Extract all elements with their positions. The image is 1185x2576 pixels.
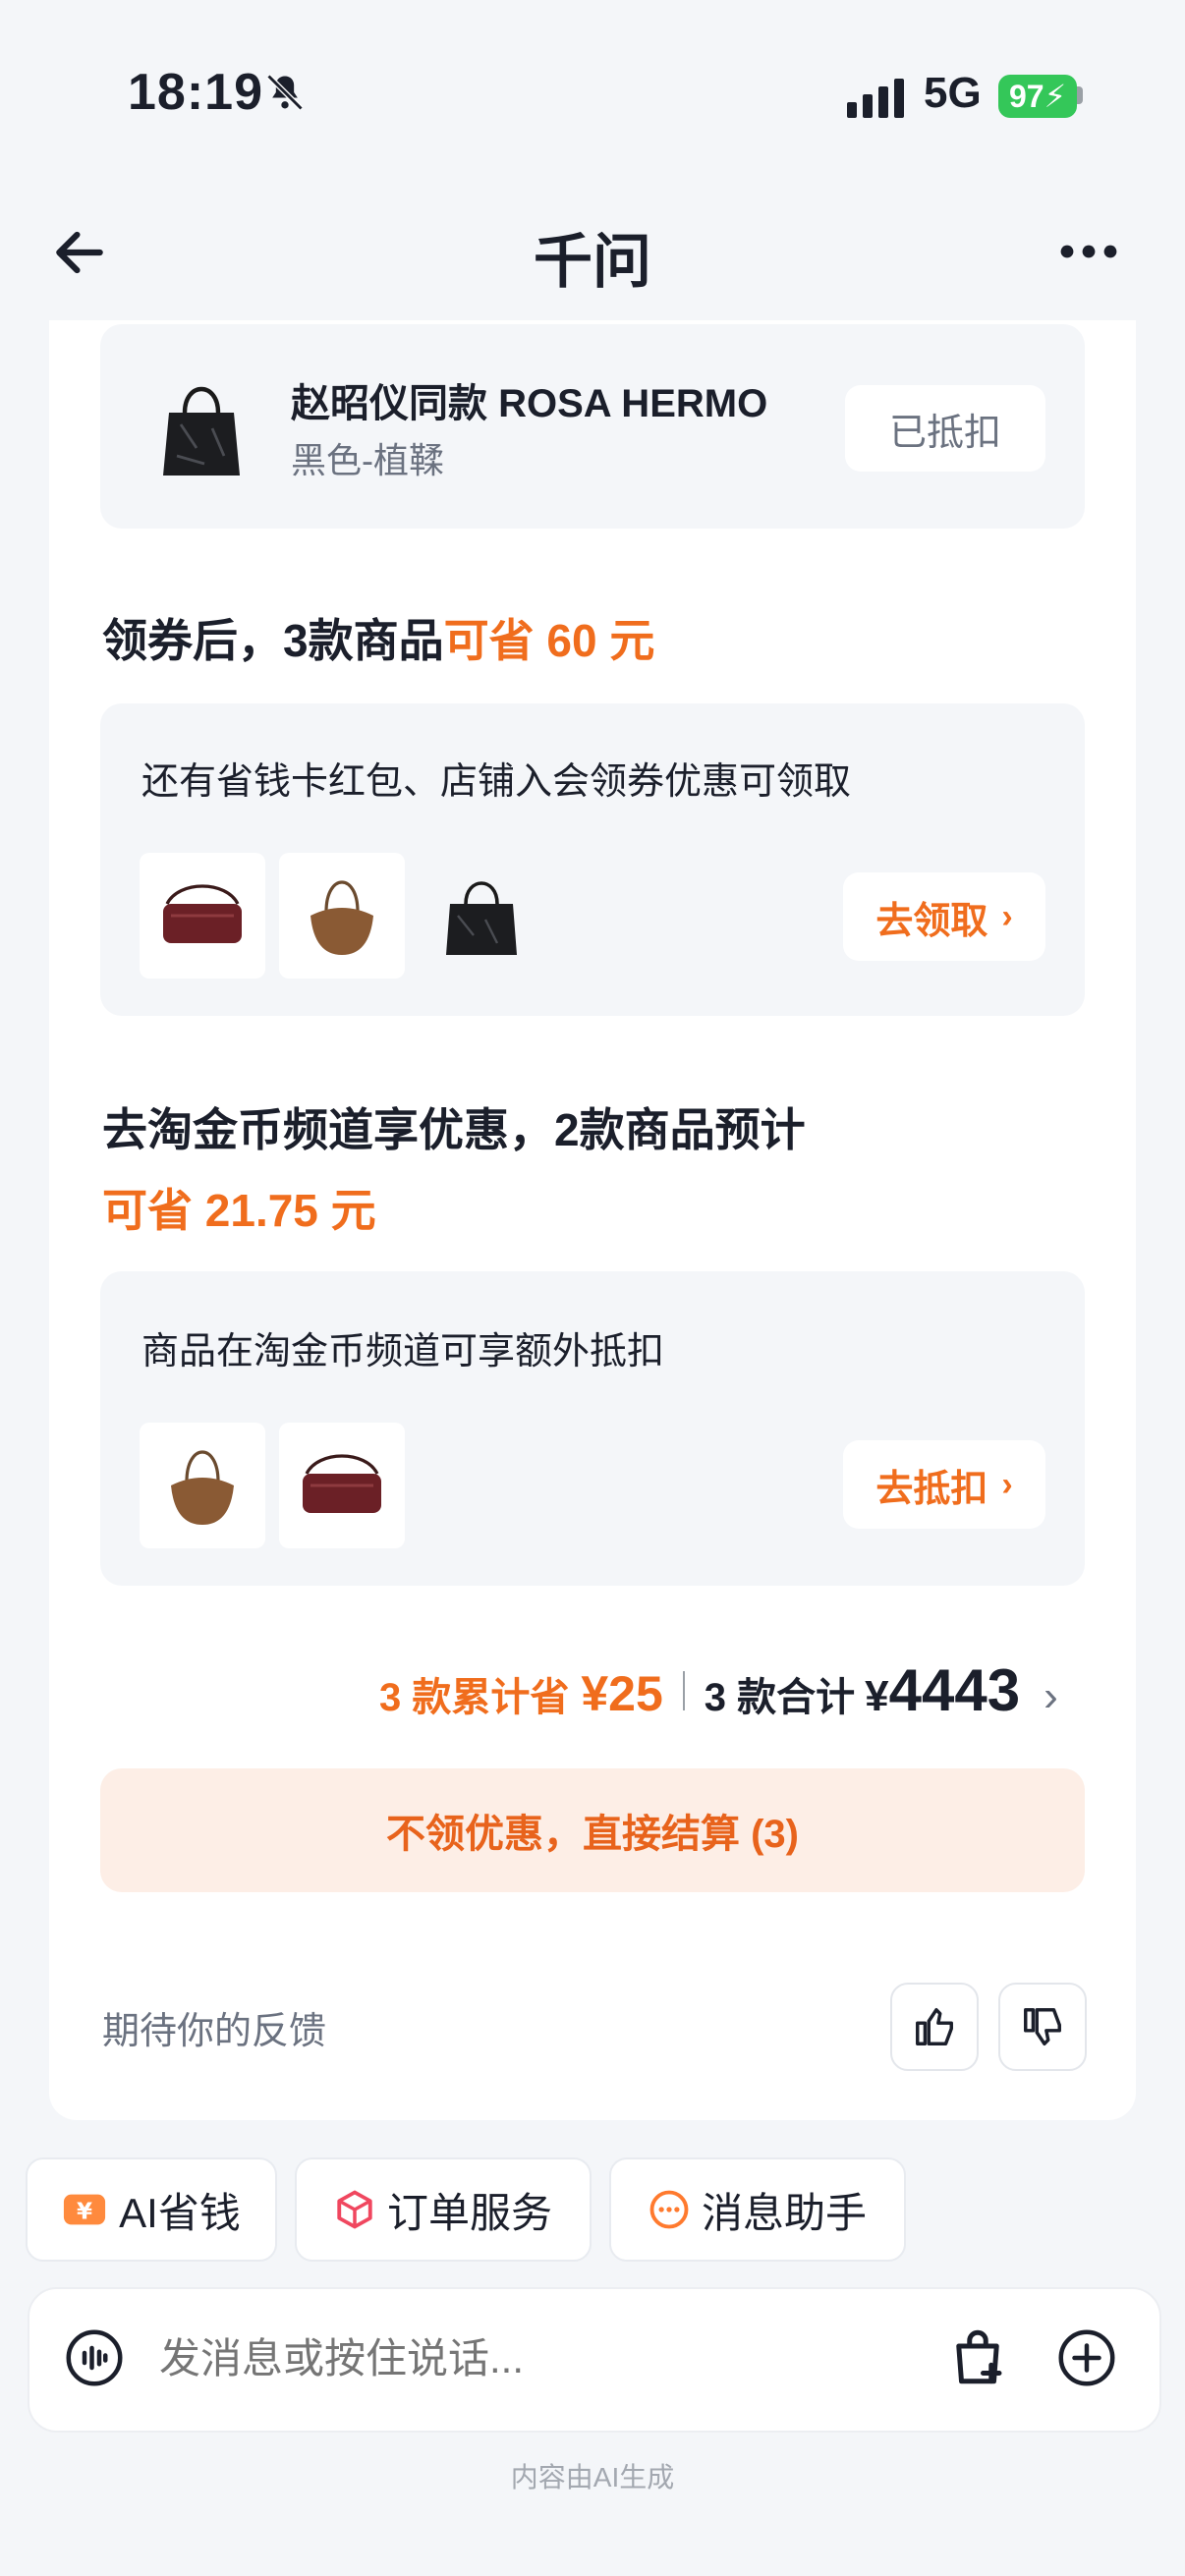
shopping-bag-add-icon[interactable] (945, 2324, 1010, 2389)
thumbs-up-button[interactable] (890, 1983, 979, 2071)
product-name: 赵昭仪同款 ROSA HERMO (291, 382, 768, 425)
chip-order-service[interactable]: 订单服务 (295, 2157, 592, 2262)
total-label: 3 款合计 (704, 1676, 856, 1719)
voice-mode-icon[interactable] (65, 2328, 124, 2387)
more-options-icon[interactable] (1057, 222, 1120, 281)
coupon-heading: 领券后，3款商品可省 60 元 (102, 605, 654, 670)
deducted-button[interactable]: 已抵扣 (845, 385, 1045, 472)
bell-muted-icon (266, 74, 304, 111)
total-value: 4443 (888, 1657, 1021, 1723)
chip-message-assistant[interactable]: 消息助手 (609, 2157, 906, 2262)
chevron-right-icon: › (1044, 1672, 1058, 1720)
thumbs-down-button[interactable] (998, 1983, 1087, 2071)
coupon-desc: 还有省钱卡红包、店铺入会领券优惠可领取 (141, 761, 852, 803)
package-box-icon (337, 2190, 372, 2229)
thumbs-down-icon (1024, 2008, 1061, 2045)
chip-label: 消息助手 (701, 2189, 867, 2236)
black-tote-bag-image (446, 881, 517, 955)
chip-label: AI省钱 (119, 2189, 241, 2236)
deduct-coins-button[interactable]: 去抵扣 › (843, 1440, 1045, 1529)
deduct-coins-label: 去抵扣 (875, 1468, 988, 1510)
battery-level: 97 (1008, 78, 1044, 114)
claim-coupon-button[interactable]: 去领取 › (843, 872, 1045, 961)
signal-icon (847, 79, 904, 118)
direct-checkout-button[interactable]: 不领优惠，直接结算 (3) (100, 1768, 1085, 1892)
status-time: 18:19 (128, 64, 263, 121)
ai-disclaimer: 内容由AI生成 (510, 2462, 675, 2492)
page-title: 千问 (534, 229, 651, 295)
coupon-heading-prefix: 领券后，3款商品 (102, 615, 444, 666)
chevron-right-icon: › (1001, 897, 1013, 935)
saved-value: ¥25 (581, 1666, 663, 1721)
thumbs-up-icon (916, 2008, 953, 2045)
summary-divider (682, 1671, 685, 1710)
chip-ai-save-money[interactable]: ¥ AI省钱 (26, 2157, 277, 2262)
message-input[interactable] (157, 2324, 908, 2393)
order-summary[interactable]: 3 款累计省 ¥25 3 款合计 ¥ 4443 › (379, 1656, 1058, 1723)
product-variant: 黑色-植鞣 (291, 440, 444, 480)
maroon-bag-image (303, 1454, 381, 1513)
total-currency: ¥ (865, 1672, 889, 1720)
svg-text:¥: ¥ (77, 2200, 92, 2225)
coupon-saving: 可省 60 元 (443, 615, 655, 666)
charging-icon: ⚡ (1044, 79, 1067, 114)
product-thumb-black-tote-bag[interactable] (419, 853, 544, 979)
yen-ticket-icon: ¥ (64, 2194, 106, 2225)
feedback-prompt: 期待你的反馈 (102, 2011, 327, 2052)
product-thumb-maroon-bag[interactable] (279, 1423, 405, 1548)
brown-hobo-bag-image (310, 880, 373, 955)
brown-hobo-bag-image (171, 1450, 234, 1525)
product-thumb-brown-hobo-bag[interactable] (140, 1423, 265, 1548)
coins-heading: 去淘金币频道享优惠，2款商品预计 (102, 1104, 806, 1155)
black-tote-bag-image (163, 386, 240, 476)
maroon-bag-image (163, 884, 242, 943)
claim-coupon-label: 去领取 (875, 900, 988, 942)
battery-indicator: 97 ⚡ (998, 75, 1077, 118)
chevron-right-icon: › (1001, 1465, 1013, 1503)
add-circle-icon[interactable] (1057, 2328, 1116, 2387)
coins-desc: 商品在淘金币频道可享额外抵扣 (141, 1331, 665, 1372)
chip-label: 订单服务 (386, 2189, 552, 2236)
chat-bubble-icon (649, 2190, 689, 2229)
product-thumb-maroon-bag[interactable] (140, 853, 265, 979)
product-thumb-brown-hobo-bag[interactable] (279, 853, 405, 979)
battery-cap (1077, 86, 1083, 104)
saved-label: 3 款累计省 (379, 1676, 570, 1719)
network-type: 5G (924, 69, 982, 117)
coins-saving: 可省 21.75 元 (102, 1185, 376, 1236)
